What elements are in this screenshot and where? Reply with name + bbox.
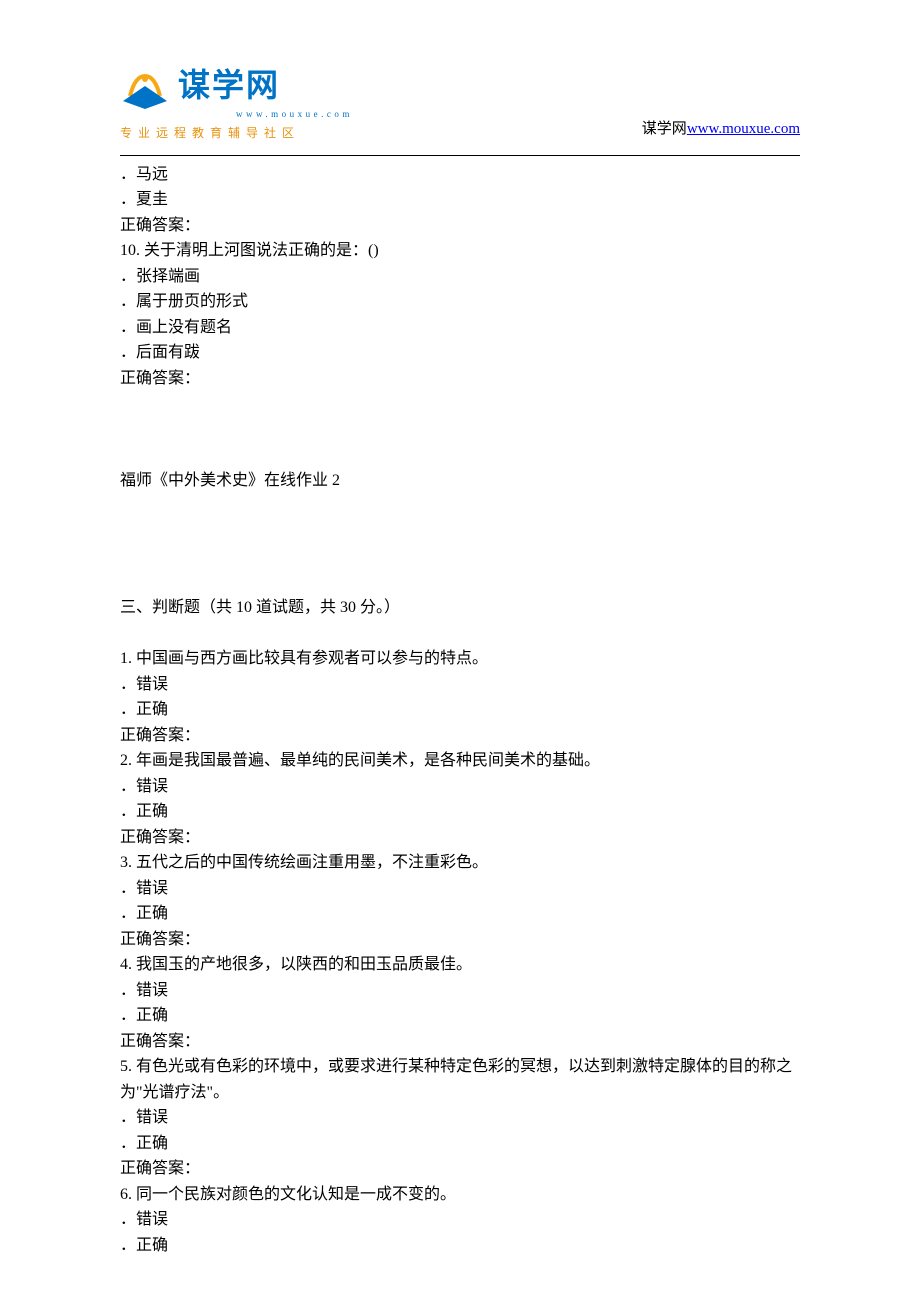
logo-icon (120, 71, 170, 111)
question-prompt: 10. 关于清明上河图说法正确的是：() (120, 238, 800, 264)
option-text: ．正确 (120, 901, 800, 927)
answer-label: 正确答案： (120, 723, 800, 749)
question-prompt: 2. 年画是我国最普遍、最单纯的民间美术，是各种民间美术的基础。 (120, 748, 800, 774)
option-text: ．画上没有题名 (120, 315, 800, 341)
question-prompt: 1. 中国画与西方画比较具有参观者可以参与的特点。 (120, 646, 800, 672)
question-prompt: 3. 五代之后的中国传统绘画注重用墨，不注重彩色。 (120, 850, 800, 876)
option-text: ．正确 (120, 1131, 800, 1157)
question-prompt: 5. 有色光或有色彩的环境中，或要求进行某种特定色彩的冥想，以达到刺激特定腺体的… (120, 1054, 800, 1105)
question-prompt: 6. 同一个民族对颜色的文化认知是一成不变的。 (120, 1182, 800, 1208)
option-text: ．张择端画 (120, 264, 800, 290)
logo-top-row: 谋学网 www.mouxue.com (120, 60, 353, 122)
option-text: ．后面有跋 (120, 340, 800, 366)
site-link[interactable]: www.mouxue.com (687, 121, 800, 137)
answer-label: 正确答案： (120, 1156, 800, 1182)
question-prompt: 4. 我国玉的产地很多，以陕西的和田玉品质最佳。 (120, 952, 800, 978)
assignment-title: 福师《中外美术史》在线作业 2 (120, 468, 800, 494)
option-text: ．错误 (120, 876, 800, 902)
logo-url: www.mouxue.com (236, 107, 353, 121)
document-content: ．马远 ．夏圭 正确答案： 10. 关于清明上河图说法正确的是：() ．张择端画… (0, 156, 920, 1259)
option-text: ．错误 (120, 774, 800, 800)
option-text: ．错误 (120, 1105, 800, 1131)
logo-block: 谋学网 www.mouxue.com 专业远程教育辅导社区 (120, 60, 353, 143)
site-reference: 谋学网www.mouxue.com (642, 117, 800, 143)
section-title: 三、判断题（共 10 道试题，共 30 分。） (120, 595, 800, 621)
option-text: ．错误 (120, 1207, 800, 1233)
logo-text: 谋学网 (178, 60, 353, 111)
answer-label: 正确答案： (120, 1029, 800, 1055)
option-text: ．夏圭 (120, 187, 800, 213)
answer-label: 正确答案： (120, 213, 800, 239)
site-label: 谋学网 (642, 121, 687, 137)
logo-text-col: 谋学网 www.mouxue.com (178, 60, 353, 122)
option-text: ．错误 (120, 672, 800, 698)
logo-tagline: 专业远程教育辅导社区 (120, 124, 353, 143)
option-text: ．属于册页的形式 (120, 289, 800, 315)
answer-label: 正确答案： (120, 825, 800, 851)
option-text: ．正确 (120, 1233, 800, 1259)
answer-label: 正确答案： (120, 366, 800, 392)
option-text: ．正确 (120, 697, 800, 723)
option-text: ．错误 (120, 978, 800, 1004)
page-header: 谋学网 www.mouxue.com 专业远程教育辅导社区 谋学网www.mou… (0, 0, 920, 143)
option-text: ．正确 (120, 799, 800, 825)
option-text: ．马远 (120, 162, 800, 188)
answer-label: 正确答案： (120, 927, 800, 953)
option-text: ．正确 (120, 1003, 800, 1029)
